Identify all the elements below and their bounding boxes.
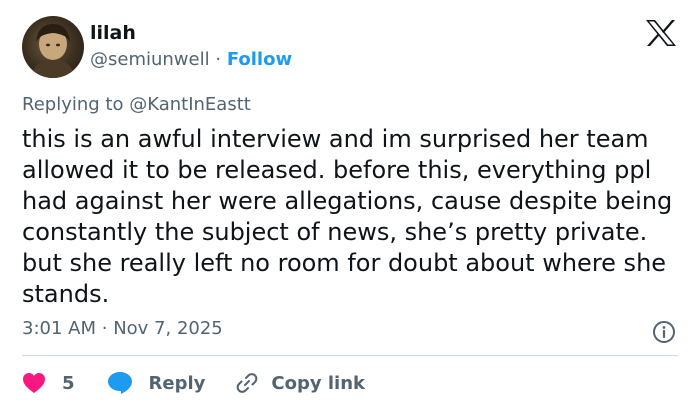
replying-to-label: Replying to	[22, 94, 124, 115]
copy-link-button[interactable]: Copy link	[235, 371, 365, 395]
reply-label: Reply	[148, 372, 206, 394]
reply-button[interactable]: Reply	[107, 371, 206, 395]
avatar[interactable]	[22, 16, 84, 78]
heart-icon	[23, 373, 45, 393]
handle-separator: ·	[215, 49, 222, 70]
like-button[interactable]: 5	[22, 372, 75, 394]
x-logo-icon[interactable]	[644, 18, 678, 48]
timestamp-separator: ·	[101, 318, 108, 339]
divider	[22, 355, 678, 356]
replying-to-handle[interactable]: @KantInEastt	[129, 94, 251, 115]
tweet-date: Nov 7, 2025	[113, 318, 223, 339]
replying-to: Replying to @KantInEastt	[22, 94, 251, 115]
reply-bubble-icon	[107, 372, 132, 394]
author-name[interactable]: lilah	[90, 22, 136, 44]
action-bar: 5 Reply Copy link	[22, 368, 365, 398]
author-handle[interactable]: @semiunwell	[90, 49, 210, 70]
author-handle-row: @semiunwell · Follow	[90, 49, 292, 70]
tweet-text: this is an awful interview and im surpri…	[22, 125, 673, 308]
info-icon[interactable]	[652, 320, 676, 344]
link-icon	[237, 373, 258, 393]
like-count: 5	[62, 372, 75, 394]
follow-button[interactable]: Follow	[227, 49, 292, 70]
tweet-timestamp[interactable]: 3:01 AM · Nov 7, 2025	[22, 318, 223, 339]
tweet-time: 3:01 AM	[22, 318, 96, 339]
copy-link-label: Copy link	[271, 372, 365, 394]
